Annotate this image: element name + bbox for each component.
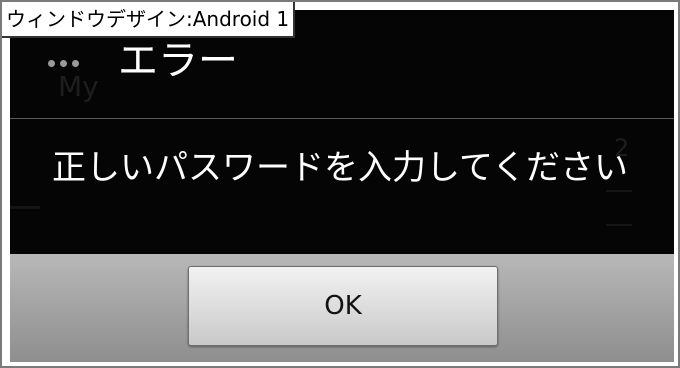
dialog-button-bar: OK: [10, 254, 674, 362]
window-design-caption: ウィンドウデザイン:Android 1: [2, 2, 296, 38]
background-divider: [606, 224, 632, 226]
ok-button[interactable]: OK: [188, 266, 498, 346]
background-divider: [10, 206, 40, 209]
window-frame: My 2 エラー 正しいパスワードを入力してください OK ウィンドウデザイン:…: [0, 0, 680, 368]
ok-button-label: OK: [324, 291, 362, 321]
overflow-menu-icon: [48, 60, 79, 67]
error-dialog: My 2 エラー 正しいパスワードを入力してください OK: [10, 10, 674, 362]
background-divider: [606, 190, 632, 192]
dialog-message: 正しいパスワードを入力してください: [52, 148, 628, 188]
title-divider: [10, 118, 674, 119]
dialog-title: エラー: [118, 38, 238, 84]
